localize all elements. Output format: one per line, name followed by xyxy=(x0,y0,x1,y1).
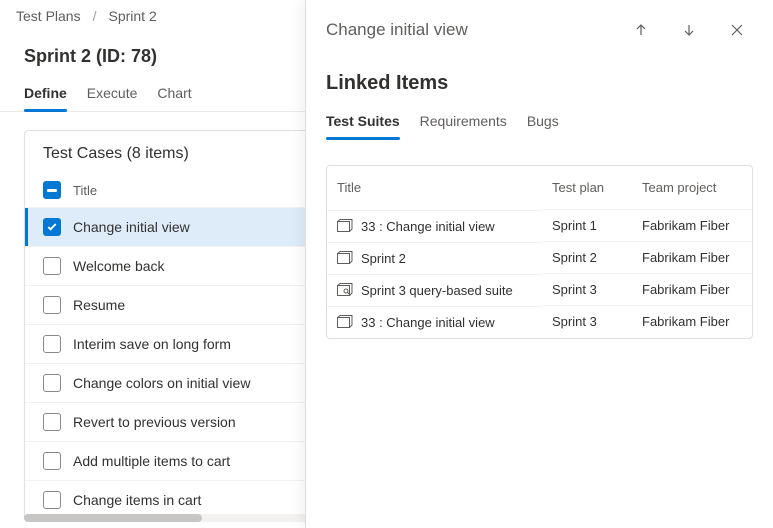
col-team-project[interactable]: Team project xyxy=(632,166,752,210)
list-item-title: Change items in cart xyxy=(73,492,201,508)
checkbox[interactable] xyxy=(43,257,61,275)
table-row[interactable]: 33 : Change initial view Sprint 1Fabrikam… xyxy=(327,210,752,242)
next-arrow-icon[interactable] xyxy=(673,14,705,46)
list-item-title: Change initial view xyxy=(73,219,190,235)
panel-tabs: Test Suites Requirements Bugs xyxy=(306,105,773,139)
suite-icon xyxy=(337,315,353,329)
suite-icon xyxy=(337,219,353,233)
suite-icon xyxy=(337,251,353,265)
row-title: 33 : Change initial view xyxy=(361,315,495,330)
row-project: Fabrikam Fiber xyxy=(632,306,752,338)
panel-title: Change initial view xyxy=(326,20,609,40)
tab-chart[interactable]: Chart xyxy=(157,77,191,111)
col-title[interactable]: Title xyxy=(327,166,542,210)
table-row[interactable]: Sprint 3 query-based suite Sprint 3Fabrik… xyxy=(327,274,752,306)
linked-items-title: Linked Items xyxy=(306,54,773,105)
checkbox[interactable] xyxy=(43,452,61,470)
column-title[interactable]: Title xyxy=(73,183,97,198)
tab-execute[interactable]: Execute xyxy=(87,77,138,111)
breadcrumb-current[interactable]: Sprint 2 xyxy=(108,8,156,24)
tab-define[interactable]: Define xyxy=(24,77,67,111)
row-title: Sprint 2 xyxy=(361,251,406,266)
close-icon[interactable] xyxy=(721,14,753,46)
list-item-title: Add multiple items to cart xyxy=(73,453,230,469)
tab-requirements[interactable]: Requirements xyxy=(420,105,507,139)
breadcrumb-separator: / xyxy=(93,8,97,24)
checkbox[interactable] xyxy=(43,218,61,236)
col-test-plan[interactable]: Test plan xyxy=(542,166,632,210)
checkbox[interactable] xyxy=(43,296,61,314)
row-plan: Sprint 3 xyxy=(542,274,632,306)
side-panel: Change initial view Linked Items Test Su… xyxy=(305,0,773,528)
row-project: Fabrikam Fiber xyxy=(632,242,752,274)
suite-icon xyxy=(337,283,353,297)
row-project: Fabrikam Fiber xyxy=(632,274,752,306)
row-project: Fabrikam Fiber xyxy=(632,210,752,242)
row-title: Sprint 3 query-based suite xyxy=(361,283,513,298)
checkbox[interactable] xyxy=(43,335,61,353)
prev-arrow-icon[interactable] xyxy=(625,14,657,46)
row-plan: Sprint 1 xyxy=(542,210,632,242)
list-item-title: Change colors on initial view xyxy=(73,375,250,391)
list-item-title: Resume xyxy=(73,297,125,313)
select-all-checkbox[interactable] xyxy=(43,181,61,199)
table-row[interactable]: Sprint 2Sprint 2Fabrikam Fiber xyxy=(327,242,752,274)
row-plan: Sprint 2 xyxy=(542,242,632,274)
tab-bugs[interactable]: Bugs xyxy=(527,105,559,139)
row-plan: Sprint 3 xyxy=(542,306,632,338)
list-item-title: Interim save on long form xyxy=(73,336,231,352)
breadcrumb-root[interactable]: Test Plans xyxy=(16,8,81,24)
row-title: 33 : Change initial view xyxy=(361,219,495,234)
linked-items-table: Title Test plan Team project 33 : Change… xyxy=(326,165,753,339)
tab-test-suites[interactable]: Test Suites xyxy=(326,105,400,139)
list-item-title: Welcome back xyxy=(73,258,165,274)
table-row[interactable]: 33 : Change initial view Sprint 3Fabrikam… xyxy=(327,306,752,338)
checkbox[interactable] xyxy=(43,413,61,431)
list-item-title: Revert to previous version xyxy=(73,414,236,430)
checkbox[interactable] xyxy=(43,491,61,509)
checkbox[interactable] xyxy=(43,374,61,392)
